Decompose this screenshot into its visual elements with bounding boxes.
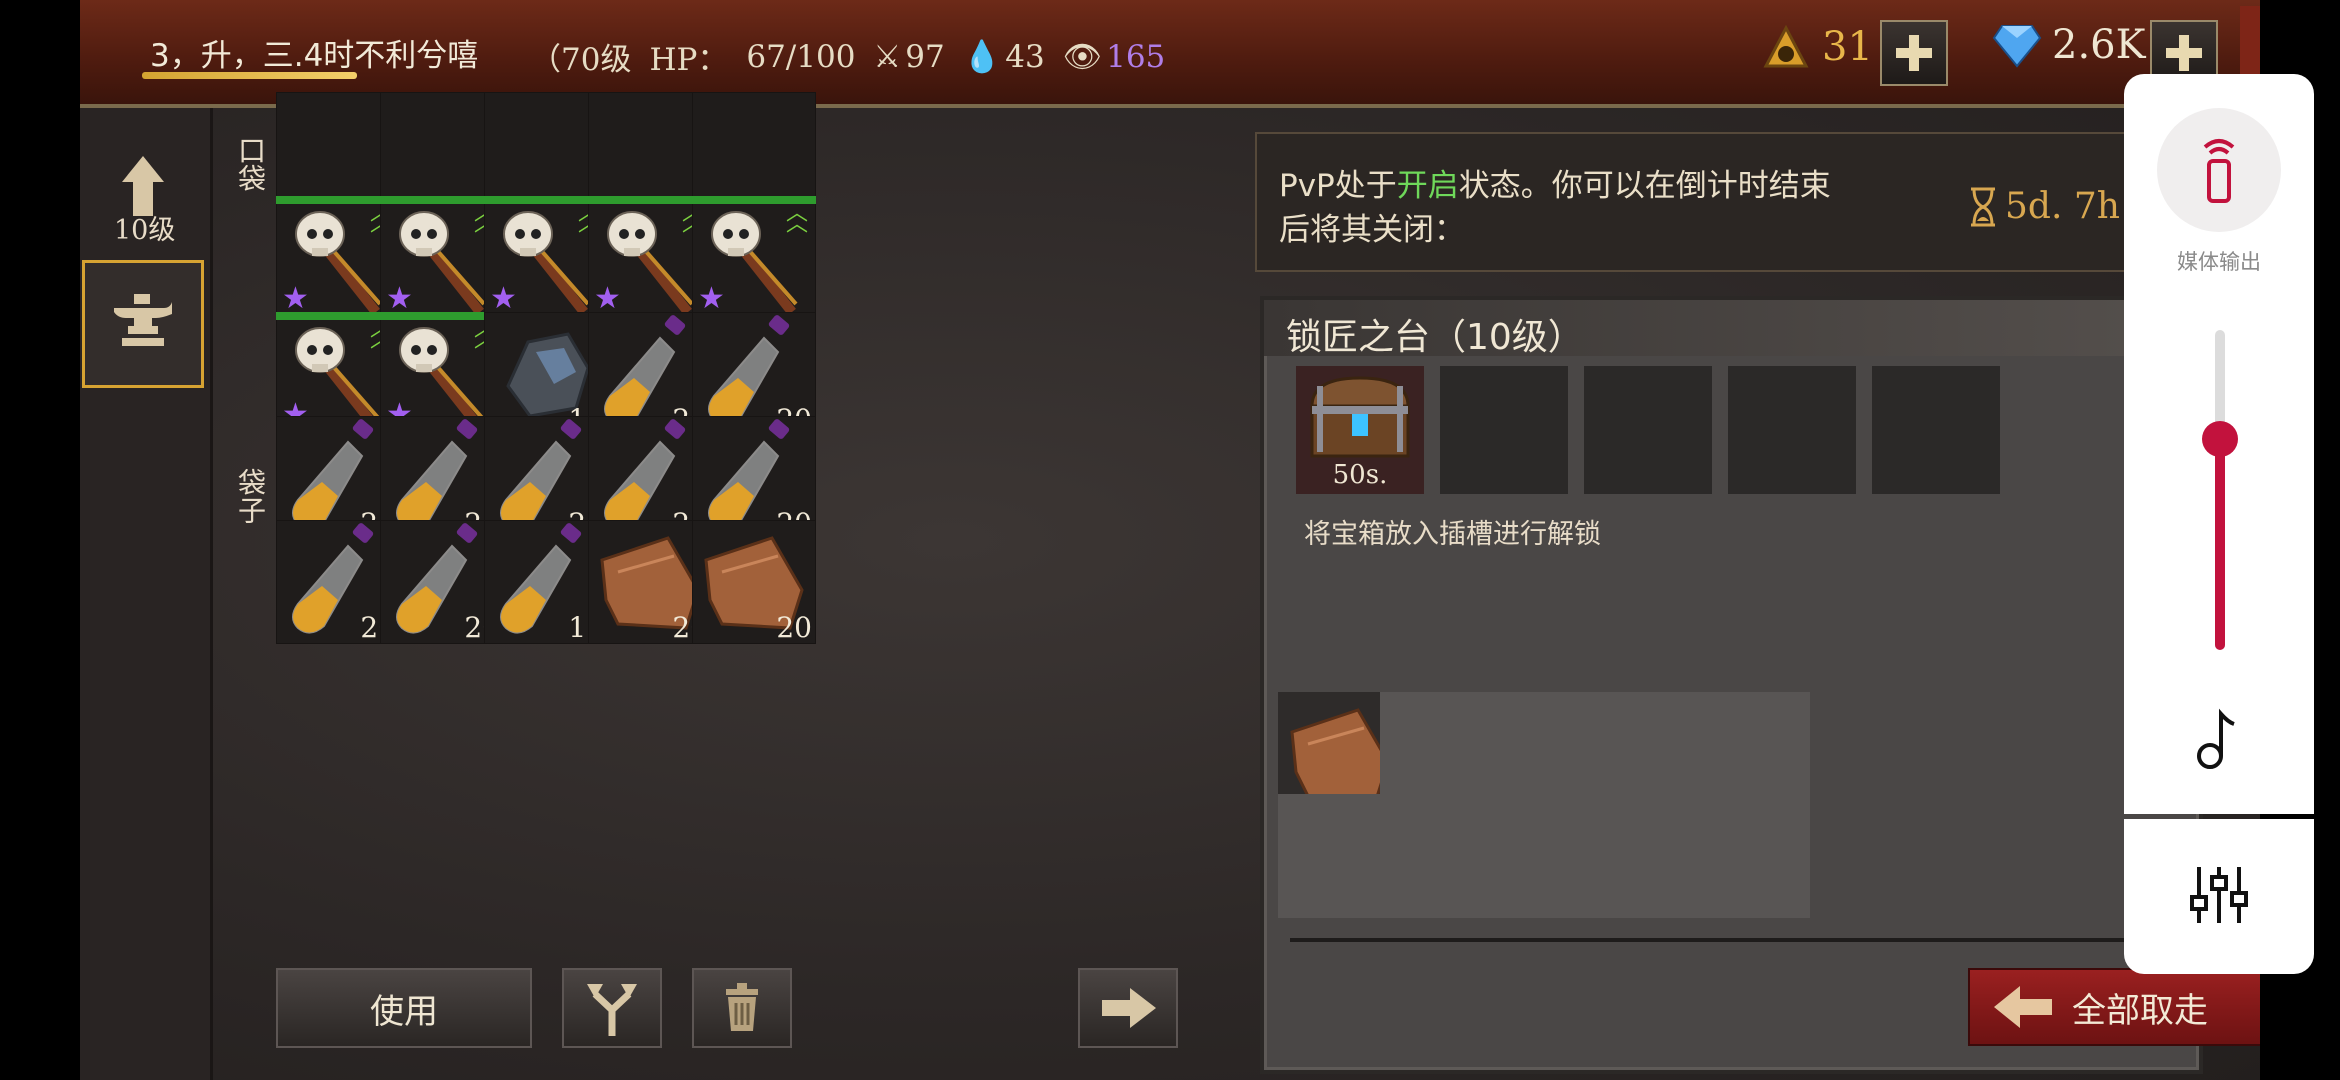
eye-stat: 👁 165 — [1062, 38, 1166, 76]
take-all-button[interactable]: 全部取走 — [1968, 968, 2260, 1046]
star-icon: ★ — [698, 281, 725, 316]
chest-icon — [1310, 376, 1410, 458]
locksmith-title: 锁匠之台（10级） — [1286, 317, 1584, 358]
arrow-up-icon — [122, 156, 164, 182]
volume-slider-handle[interactable] — [2202, 420, 2238, 457]
add-resource-a-button[interactable] — [1880, 20, 1948, 86]
anvil-tab[interactable] — [82, 260, 204, 388]
arrow-right-icon — [1102, 988, 1156, 1028]
upgrade-chevron-icon: ︿︿ — [785, 201, 808, 237]
star-icon: ★ — [594, 281, 621, 316]
lock-slot-4[interactable] — [1728, 366, 1856, 494]
media-output-panel: 媒体输出 — [2124, 74, 2314, 974]
pvp-status-text: PvP处于开启状态。你可以在倒计时结束后将其关闭： — [1279, 168, 1831, 248]
star-icon: ★ — [386, 281, 413, 316]
pvp-timer: 5d. 7h — [1967, 186, 2120, 227]
attack-stat: ⚔ 97 — [873, 38, 945, 75]
drop-stat: 💧 43 — [962, 38, 1045, 76]
music-note-icon — [2197, 708, 2235, 769]
gem-icon — [1992, 25, 2042, 68]
player-name[interactable]: 3，升，三.4时不利兮嘻 — [150, 30, 478, 75]
star-icon: ★ — [282, 281, 309, 316]
transfer-right-button[interactable] — [1078, 968, 1178, 1048]
gems-counter: 2.6K — [1992, 22, 2146, 68]
resource-a-icon — [1763, 24, 1809, 68]
pocket-label: 口袋 — [234, 136, 267, 192]
anvil-icon — [114, 294, 172, 346]
lock-slot-1[interactable]: 50s. — [1296, 366, 1424, 494]
eye-icon: 👁 — [1062, 39, 1103, 75]
hourglass-icon — [1971, 187, 1995, 226]
game-screen: 3，升，三.4时不利兮嘻 （70级 HP： 67/100 ⚔ 97 💧 43 👁… — [80, 0, 2260, 1080]
item-quantity: 20 — [776, 611, 812, 644]
locksmith-title-bar: 锁匠之台（10级） — [1264, 300, 2199, 358]
divider — [1290, 938, 2150, 942]
star-icon: ★ — [490, 281, 517, 316]
hp-value: 67/100 — [746, 38, 856, 75]
equalizer-icon[interactable] — [2189, 863, 2249, 927]
phone-cast-icon — [2203, 139, 2235, 203]
player-level: （70级 — [530, 42, 632, 78]
arrow-left-icon — [1994, 986, 2052, 1028]
xp-bar — [142, 72, 357, 79]
trash-icon — [726, 983, 758, 1031]
level-up-label: 10级 — [114, 215, 176, 246]
locksmith-panel: 锁匠之台（10级） 50s. 将宝箱放入插槽进行解锁 7 — [1260, 296, 2203, 1074]
side-nav: 10级 — [80, 108, 213, 1080]
bag-label: 袋子 — [234, 468, 267, 524]
split-arrows-icon — [587, 984, 637, 1036]
chest-timer: 50s. — [1332, 460, 1388, 490]
delete-button[interactable] — [692, 968, 792, 1048]
storage-slot[interactable] — [1686, 794, 1810, 918]
swords-icon: ⚔ — [873, 38, 902, 75]
lock-slot-2[interactable] — [1440, 366, 1568, 494]
lock-slot-3[interactable] — [1584, 366, 1712, 494]
unlock-hint: 将宝箱放入插槽进行解锁 — [1304, 519, 1601, 550]
drop-icon: 💧 — [962, 39, 1002, 75]
level-up-tab[interactable]: 10级 — [80, 108, 210, 256]
media-output-label: 媒体输出 — [2177, 250, 2261, 274]
inventory-slot[interactable]: 20 — [692, 520, 816, 644]
hp-label: HP： — [649, 42, 729, 78]
inventory-slot[interactable]: ︿︿ ★ — [692, 196, 816, 320]
lock-slot-5[interactable] — [1872, 366, 2000, 494]
media-output-button[interactable] — [2157, 108, 2281, 232]
split-button[interactable] — [562, 968, 662, 1048]
volume-fill — [2215, 438, 2225, 650]
player-stats: （70级 HP： 67/100 ⚔ 97 💧 43 👁 165 — [530, 34, 1165, 79]
resource-a-counter: 31 — [1760, 22, 1873, 72]
use-button[interactable]: 使用 — [276, 968, 532, 1048]
pvp-status-panel: PvP处于开启状态。你可以在倒计时结束后将其关闭： 5d. 7h — [1255, 132, 2260, 272]
